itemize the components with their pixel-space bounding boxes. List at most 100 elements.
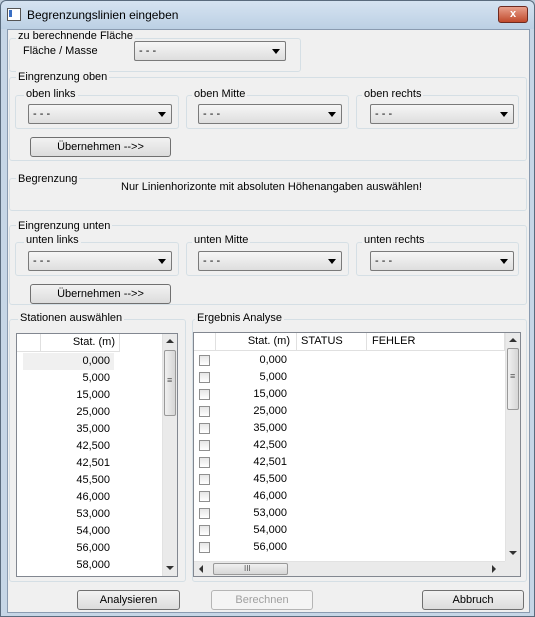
- upper-bound-group-label: Eingrenzung oben: [16, 71, 110, 83]
- station-row[interactable]: 25,000: [17, 404, 162, 421]
- result-station-value: 42,500: [253, 439, 287, 451]
- result-row[interactable]: 25,000: [194, 403, 505, 420]
- results-vscroll[interactable]: ≡: [505, 333, 520, 561]
- scroll-up-icon[interactable]: [166, 339, 174, 343]
- station-row[interactable]: 15,000: [17, 387, 162, 404]
- row-checkbox[interactable]: [199, 372, 210, 383]
- scroll-right-icon[interactable]: [492, 565, 496, 573]
- upper-left-label: oben links: [24, 88, 78, 100]
- analyze-button[interactable]: Analysieren: [77, 590, 180, 610]
- results-header-stat[interactable]: Stat. (m): [216, 333, 297, 351]
- result-row[interactable]: 46,000: [194, 488, 505, 505]
- station-row[interactable]: 35,000: [17, 421, 162, 438]
- lower-middle-label: unten Mitte: [192, 234, 251, 246]
- result-station-value: 25,000: [253, 405, 287, 417]
- upper-right-value: - - -: [375, 108, 393, 120]
- station-row[interactable]: 42,501: [17, 455, 162, 472]
- result-row[interactable]: 35,000: [194, 420, 505, 437]
- chevron-down-icon: [158, 112, 166, 117]
- lower-left-select[interactable]: - - -: [28, 251, 172, 271]
- lower-right-select[interactable]: - - -: [370, 251, 514, 271]
- results-group-label: Ergebnis Analyse: [195, 312, 284, 324]
- row-checkbox[interactable]: [199, 508, 210, 519]
- station-row[interactable]: 46,000: [17, 489, 162, 506]
- lower-middle-select[interactable]: - - -: [198, 251, 342, 271]
- result-row[interactable]: 56,000: [194, 539, 505, 556]
- row-checkbox[interactable]: [199, 406, 210, 417]
- stations-vscroll[interactable]: ≡: [162, 334, 177, 576]
- row-checkbox[interactable]: [199, 457, 210, 468]
- cancel-button[interactable]: Abbruch: [422, 590, 524, 610]
- scroll-left-icon[interactable]: [199, 565, 203, 573]
- grip-icon: ≡: [510, 371, 516, 381]
- row-checkbox[interactable]: [199, 474, 210, 485]
- area-select[interactable]: - - -: [134, 41, 286, 61]
- station-row[interactable]: 54,000: [17, 523, 162, 540]
- chevron-down-icon: [158, 259, 166, 264]
- chevron-down-icon: [328, 259, 336, 264]
- hscroll-thumb[interactable]: III: [213, 563, 288, 575]
- row-checkbox[interactable]: [199, 525, 210, 536]
- station-row[interactable]: 5,000: [17, 370, 162, 387]
- station-row[interactable]: 53,000: [17, 506, 162, 523]
- results-header-error[interactable]: FEHLER: [367, 333, 505, 351]
- close-button[interactable]: x: [498, 6, 528, 23]
- row-checkbox[interactable]: [199, 355, 210, 366]
- lower-right-value: - - -: [375, 255, 393, 267]
- results-header-status[interactable]: STATUS: [297, 333, 367, 351]
- result-station-value: 56,000: [253, 541, 287, 553]
- station-value: 58,000: [76, 559, 110, 571]
- limit-label: Begrenzung: [16, 173, 80, 185]
- result-row[interactable]: 54,000: [194, 522, 505, 539]
- station-value: 53,000: [76, 508, 110, 520]
- station-row[interactable]: 58,000: [17, 557, 162, 574]
- result-row[interactable]: 42,500: [194, 437, 505, 454]
- result-row[interactable]: 53,000: [194, 505, 505, 522]
- station-value: 15,000: [76, 389, 110, 401]
- result-station-value: 45,500: [253, 473, 287, 485]
- row-checkbox[interactable]: [199, 389, 210, 400]
- stations-list[interactable]: Stat. (m) 0,000 5,000 15,000 25,000 35,000 42…: [16, 333, 178, 577]
- chevron-down-icon: [500, 259, 508, 264]
- station-value: 42,500: [76, 440, 110, 452]
- scroll-up-icon[interactable]: [509, 338, 517, 342]
- row-checkbox[interactable]: [199, 423, 210, 434]
- row-checkbox[interactable]: [199, 542, 210, 553]
- results-header-check: [194, 333, 216, 351]
- lower-bound-group-label: Eingrenzung unten: [16, 220, 113, 232]
- result-row[interactable]: 15,000: [194, 386, 505, 403]
- lower-left-label: unten links: [24, 234, 81, 246]
- upper-left-select[interactable]: - - -: [28, 104, 172, 124]
- scroll-thumb[interactable]: ≡: [164, 350, 176, 416]
- chevron-down-icon: [272, 49, 280, 54]
- upper-middle-select[interactable]: - - -: [198, 104, 342, 124]
- row-checkbox[interactable]: [199, 491, 210, 502]
- result-row[interactable]: 0,000: [194, 352, 505, 369]
- station-value: 45,500: [76, 474, 110, 486]
- title-bar[interactable]: Begrenzungslinien eingeben x: [1, 1, 534, 29]
- station-row[interactable]: 45,500: [17, 472, 162, 489]
- result-row[interactable]: 5,000: [194, 369, 505, 386]
- station-row[interactable]: 56,000: [17, 540, 162, 557]
- chevron-down-icon: [500, 112, 508, 117]
- scroll-down-icon[interactable]: [509, 551, 517, 555]
- results-list[interactable]: Stat. (m) STATUS FEHLER 0,000 5,000 15,000…: [193, 332, 521, 577]
- result-row[interactable]: 45,500: [194, 471, 505, 488]
- results-hscroll[interactable]: III: [194, 561, 505, 576]
- scroll-thumb[interactable]: ≡: [507, 348, 519, 410]
- result-row[interactable]: 42,501: [194, 454, 505, 471]
- apply-lower-button[interactable]: Übernehmen -->>: [30, 284, 171, 304]
- scroll-down-icon[interactable]: [166, 566, 174, 570]
- apply-upper-button[interactable]: Übernehmen -->>: [30, 137, 171, 157]
- limit-message: Nur Linienhorizonte mit absoluten Höhena…: [121, 181, 422, 193]
- area-select-value: - - -: [139, 45, 157, 57]
- stations-header-spacer: [17, 334, 41, 352]
- station-row[interactable]: 0,000: [17, 353, 162, 370]
- lower-right-label: unten rechts: [362, 234, 427, 246]
- stations-header-stat[interactable]: Stat. (m): [41, 334, 120, 352]
- compute-button[interactable]: Berechnen: [211, 590, 313, 610]
- row-checkbox[interactable]: [199, 440, 210, 451]
- result-station-value: 42,501: [253, 456, 287, 468]
- upper-right-select[interactable]: - - -: [370, 104, 514, 124]
- station-row[interactable]: 42,500: [17, 438, 162, 455]
